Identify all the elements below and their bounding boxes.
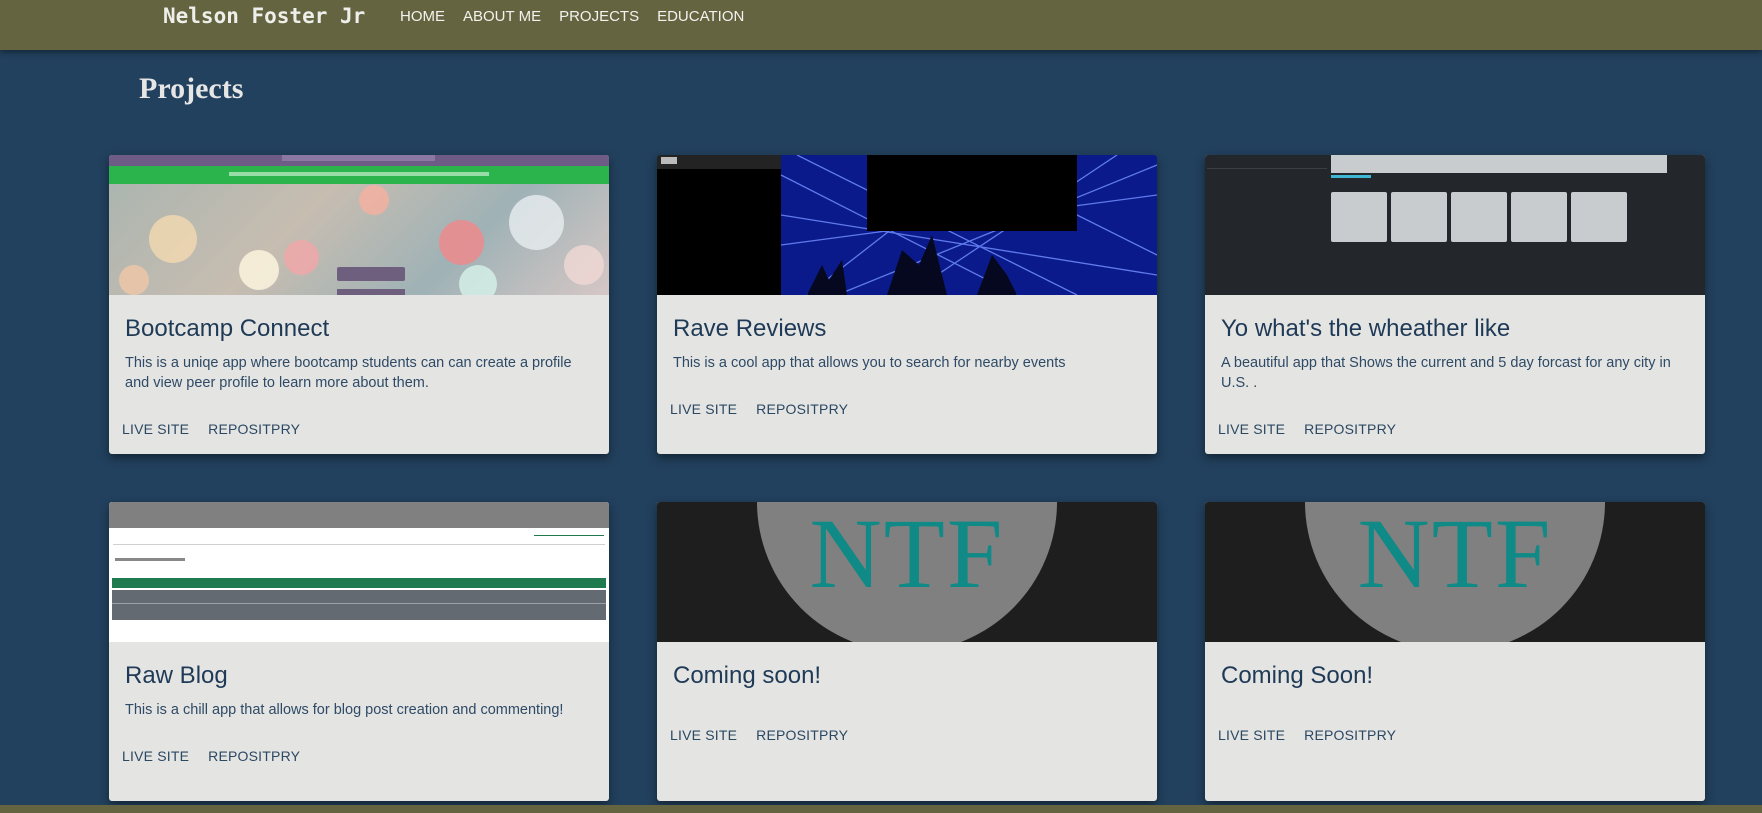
project-card-coming-soon-2: NTF Coming Soon! LIVE SITE REPOSITPRY bbox=[1205, 502, 1705, 801]
project-description: A beautiful app that Shows the current a… bbox=[1221, 355, 1671, 391]
live-site-link[interactable]: LIVE SITE bbox=[670, 727, 737, 743]
nav-link-home[interactable]: HOME bbox=[400, 8, 445, 25]
repository-link[interactable]: REPOSITPRY bbox=[1304, 727, 1396, 743]
project-card-raw-blog: Raw Blog This is a chill app that allows… bbox=[109, 502, 609, 801]
live-site-link[interactable]: LIVE SITE bbox=[1218, 421, 1285, 437]
project-title: Raw Blog bbox=[125, 662, 228, 689]
repository-link[interactable]: REPOSITPRY bbox=[756, 727, 848, 743]
repository-link[interactable]: REPOSITPRY bbox=[208, 421, 300, 437]
project-actions: LIVE SITE REPOSITPRY bbox=[1218, 727, 1396, 743]
project-card-rave-reviews: Rave Reviews This is a cool app that all… bbox=[657, 155, 1157, 454]
top-navbar: Nelson Foster Jr HOME ABOUT ME PROJECTS … bbox=[0, 0, 1762, 50]
project-actions: LIVE SITE REPOSITPRY bbox=[670, 401, 848, 417]
footer-strip bbox=[0, 805, 1762, 813]
nav-link-projects[interactable]: PROJECTS bbox=[559, 8, 639, 25]
ntf-logo-text: NTF bbox=[1357, 502, 1553, 609]
live-site-link[interactable]: LIVE SITE bbox=[122, 748, 189, 764]
nav-links: HOME ABOUT ME PROJECTS EDUCATION bbox=[400, 8, 744, 25]
ntf-logo-text: NTF bbox=[809, 502, 1005, 609]
project-title: Rave Reviews bbox=[673, 315, 827, 342]
project-card-coming-soon-1: NTF Coming soon! LIVE SITE REPOSITPRY bbox=[657, 502, 1157, 801]
live-site-link[interactable]: LIVE SITE bbox=[1218, 727, 1285, 743]
repository-link[interactable]: REPOSITPRY bbox=[756, 401, 848, 417]
repository-link[interactable]: REPOSITPRY bbox=[208, 748, 300, 764]
live-site-link[interactable]: LIVE SITE bbox=[670, 401, 737, 417]
live-site-link[interactable]: LIVE SITE bbox=[122, 421, 189, 437]
nav-link-about-me[interactable]: ABOUT ME bbox=[463, 8, 541, 25]
project-title: Coming soon! bbox=[673, 662, 822, 689]
project-description: This is a chill app that allows for blog… bbox=[125, 702, 564, 718]
project-screenshot-ntf-logo: NTF bbox=[657, 502, 1157, 642]
project-screenshot-rave-reviews bbox=[657, 155, 1157, 295]
page-title: Projects bbox=[139, 72, 244, 105]
project-screenshot-ntf-logo: NTF bbox=[1205, 502, 1705, 642]
project-screenshot-raw-blog bbox=[109, 502, 609, 642]
project-title: Yo what's the wheather like bbox=[1221, 315, 1511, 342]
project-description: This is a cool app that allows you to se… bbox=[673, 355, 1066, 371]
brand-name[interactable]: Nelson Foster Jr bbox=[163, 4, 365, 28]
nav-link-education[interactable]: EDUCATION bbox=[657, 8, 744, 25]
repository-link[interactable]: REPOSITPRY bbox=[1304, 421, 1396, 437]
project-title: Bootcamp Connect bbox=[125, 315, 330, 342]
project-actions: LIVE SITE REPOSITPRY bbox=[1218, 421, 1396, 437]
project-screenshot-weather bbox=[1205, 155, 1705, 295]
project-screenshot-bootcamp-connect bbox=[109, 155, 609, 295]
project-actions: LIVE SITE REPOSITPRY bbox=[122, 748, 300, 764]
project-card-weather: Yo what's the wheather like A beautiful … bbox=[1205, 155, 1705, 454]
project-actions: LIVE SITE REPOSITPRY bbox=[670, 727, 848, 743]
project-title: Coming Soon! bbox=[1221, 662, 1374, 689]
project-description: This is a uniqe app where bootcamp stude… bbox=[125, 355, 572, 391]
project-actions: LIVE SITE REPOSITPRY bbox=[122, 421, 300, 437]
project-card-bootcamp-connect: Bootcamp Connect This is a uniqe app whe… bbox=[109, 155, 609, 454]
